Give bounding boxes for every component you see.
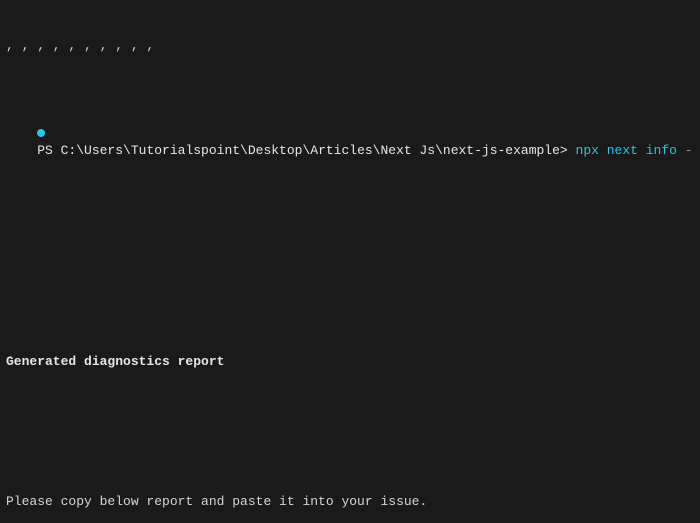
working-directory: C:\Users\Tutorialspoint\Desktop\Articles… bbox=[61, 143, 576, 158]
cmd-info: info bbox=[646, 143, 685, 158]
prompt-line: PS C:\Users\Tutorialspoint\Desktop\Artic… bbox=[6, 107, 694, 177]
cmd-npx: npx bbox=[576, 143, 607, 158]
report-title: Generated diagnostics report bbox=[6, 353, 694, 371]
truncated-prev-line: , , , , , , , , , , bbox=[6, 37, 694, 55]
cmd-next: next bbox=[607, 143, 646, 158]
blank-line bbox=[6, 423, 694, 441]
status-dot-icon bbox=[37, 129, 45, 137]
blank-line bbox=[6, 283, 694, 301]
blank-line bbox=[6, 230, 694, 248]
ps-prefix: PS bbox=[37, 143, 60, 158]
cmd-flag: --verbose bbox=[685, 143, 694, 158]
copy-instruction: Please copy below report and paste it in… bbox=[6, 493, 694, 511]
terminal-output[interactable]: , , , , , , , , , , PS C:\Users\Tutorial… bbox=[0, 0, 700, 523]
